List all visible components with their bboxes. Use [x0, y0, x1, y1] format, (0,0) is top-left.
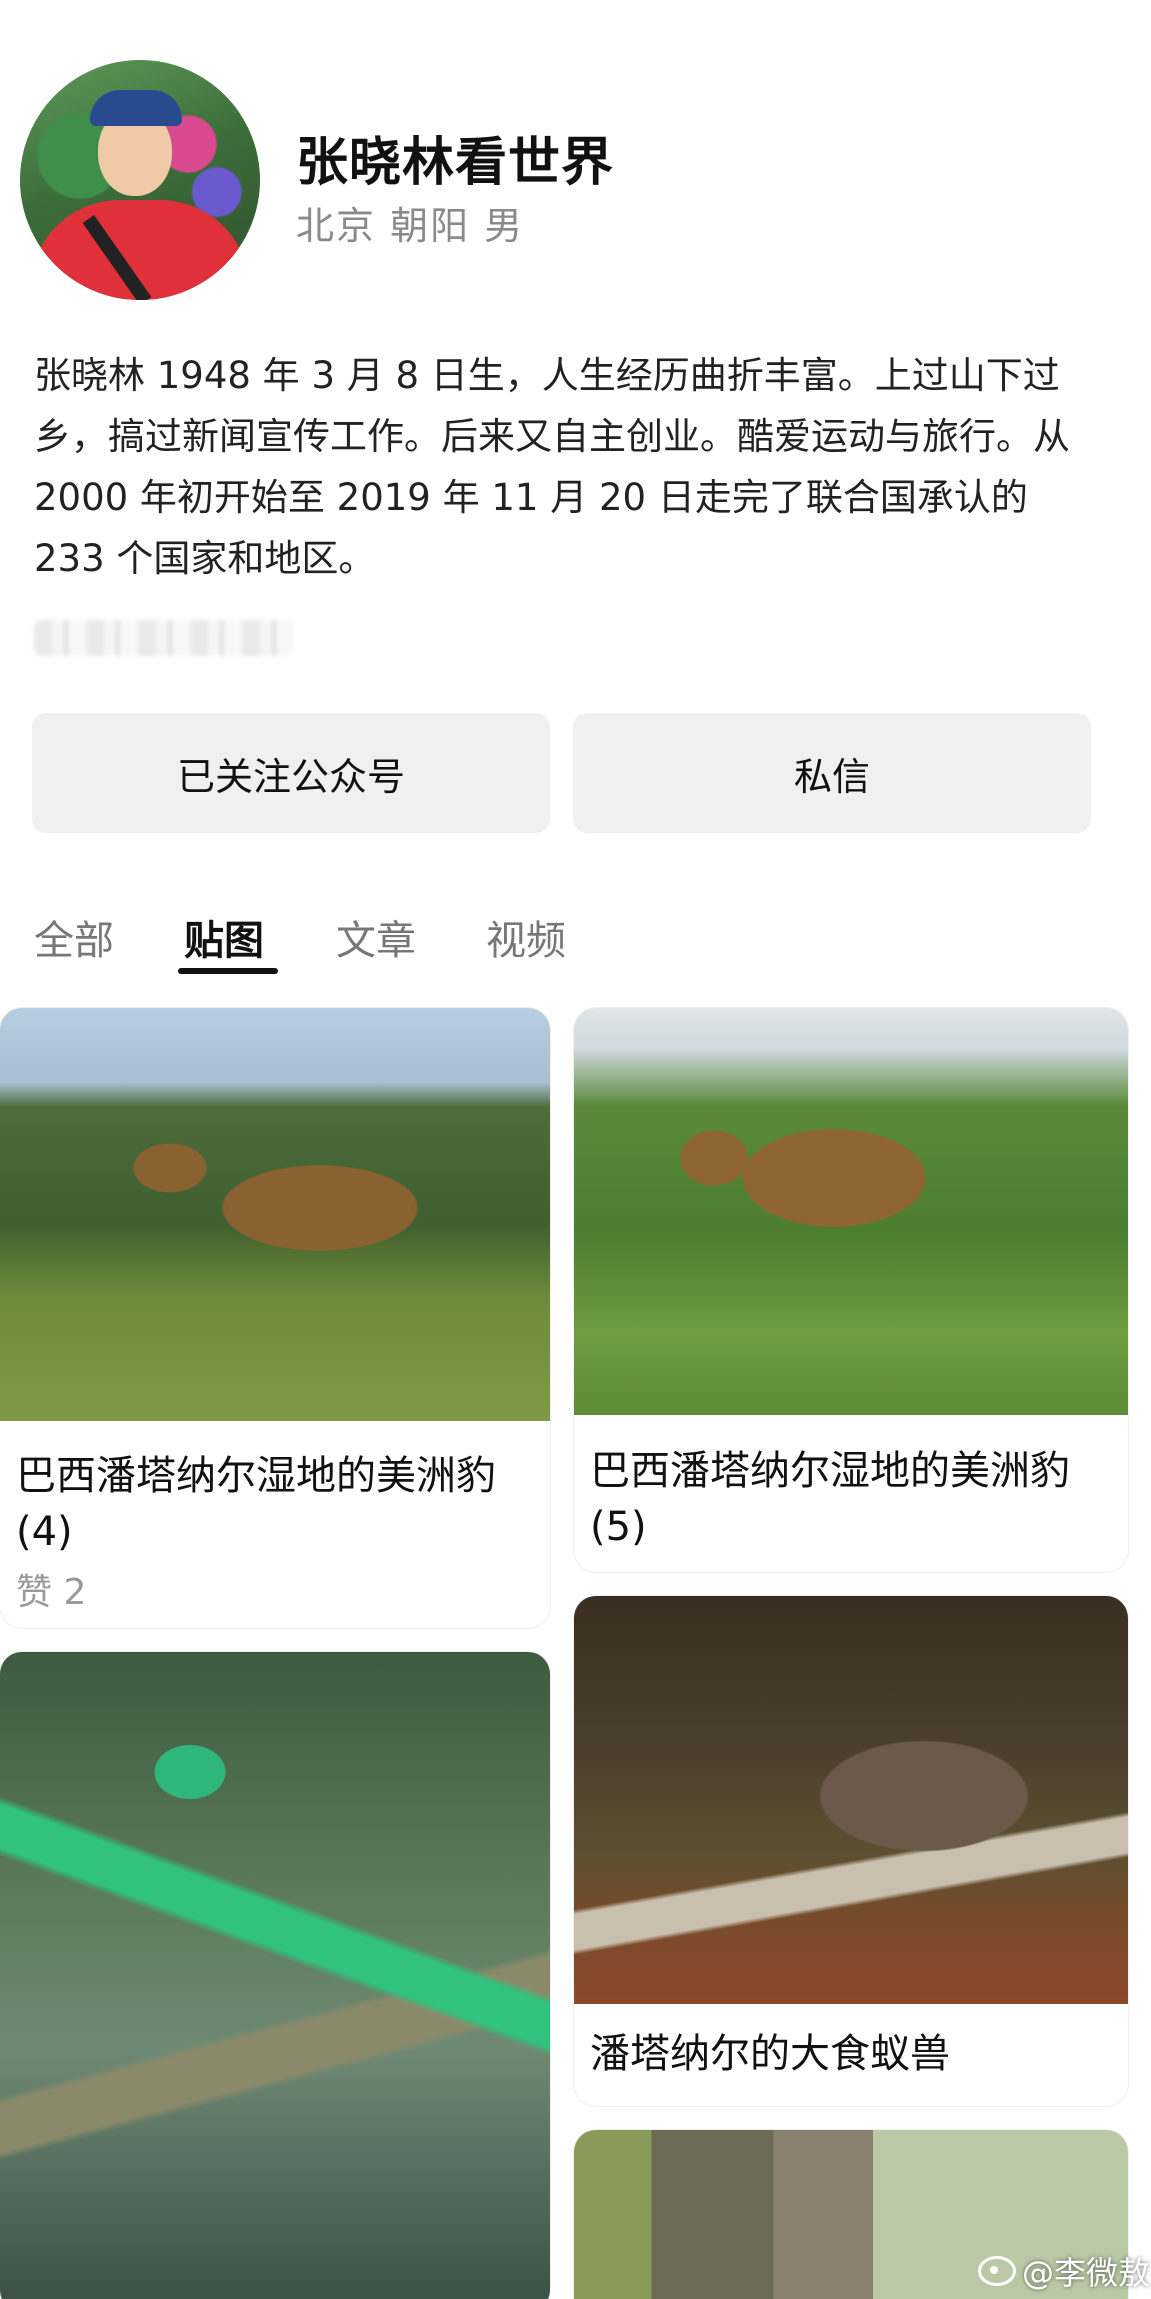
jaguar-photo	[574, 1008, 1128, 1415]
quetzal-photo	[0, 1652, 550, 2299]
post-card[interactable]	[0, 1652, 550, 2299]
post-card[interactable]: 巴西潘塔纳尔湿地的美洲豹 (5)	[574, 1008, 1128, 1572]
followed-official-account-button[interactable]: 已关注公众号	[32, 713, 550, 833]
profile-location: 北京 朝阳 男	[296, 204, 525, 248]
tab-all[interactable]: 全部	[34, 908, 114, 966]
post-card[interactable]: 巴西潘塔纳尔湿地的美洲豹 (4) 赞 2	[0, 1008, 550, 1628]
tab-pictures[interactable]: 贴图	[184, 908, 264, 966]
profile-bio: 张晓林 1948 年 3 月 8 日生，人生经历曲折丰富。上过山下过乡，搞过新闻…	[34, 354, 1070, 580]
avatar[interactable]	[20, 60, 260, 300]
watermark-text: @李微敖	[1022, 2254, 1151, 2292]
tab-videos[interactable]: 视频	[486, 908, 566, 966]
content-tabs: 全部 贴图 文章 视频	[0, 900, 1151, 980]
weibo-icon	[978, 2256, 1016, 2286]
blurred-text	[34, 620, 294, 656]
post-title: 巴西潘塔纳尔湿地的美洲豹 (5)	[590, 1448, 1070, 1550]
active-tab-indicator	[178, 968, 278, 974]
weibo-watermark: @李微敖	[978, 2248, 1150, 2294]
tab-articles[interactable]: 文章	[336, 908, 416, 966]
jaguar-photo	[0, 1008, 550, 1421]
avatar-cap	[90, 90, 182, 126]
post-title: 巴西潘塔纳尔湿地的美洲豹 (4)	[16, 1453, 496, 1555]
post-likes: 赞 2	[16, 1572, 87, 1613]
anteater-photo	[574, 1596, 1128, 2004]
post-card[interactable]: 潘塔纳尔的大食蚁兽	[574, 1596, 1128, 2106]
private-message-button[interactable]: 私信	[573, 713, 1091, 833]
post-title: 潘塔纳尔的大食蚁兽	[590, 2031, 950, 2077]
profile-name: 张晓林看世界	[296, 133, 615, 193]
